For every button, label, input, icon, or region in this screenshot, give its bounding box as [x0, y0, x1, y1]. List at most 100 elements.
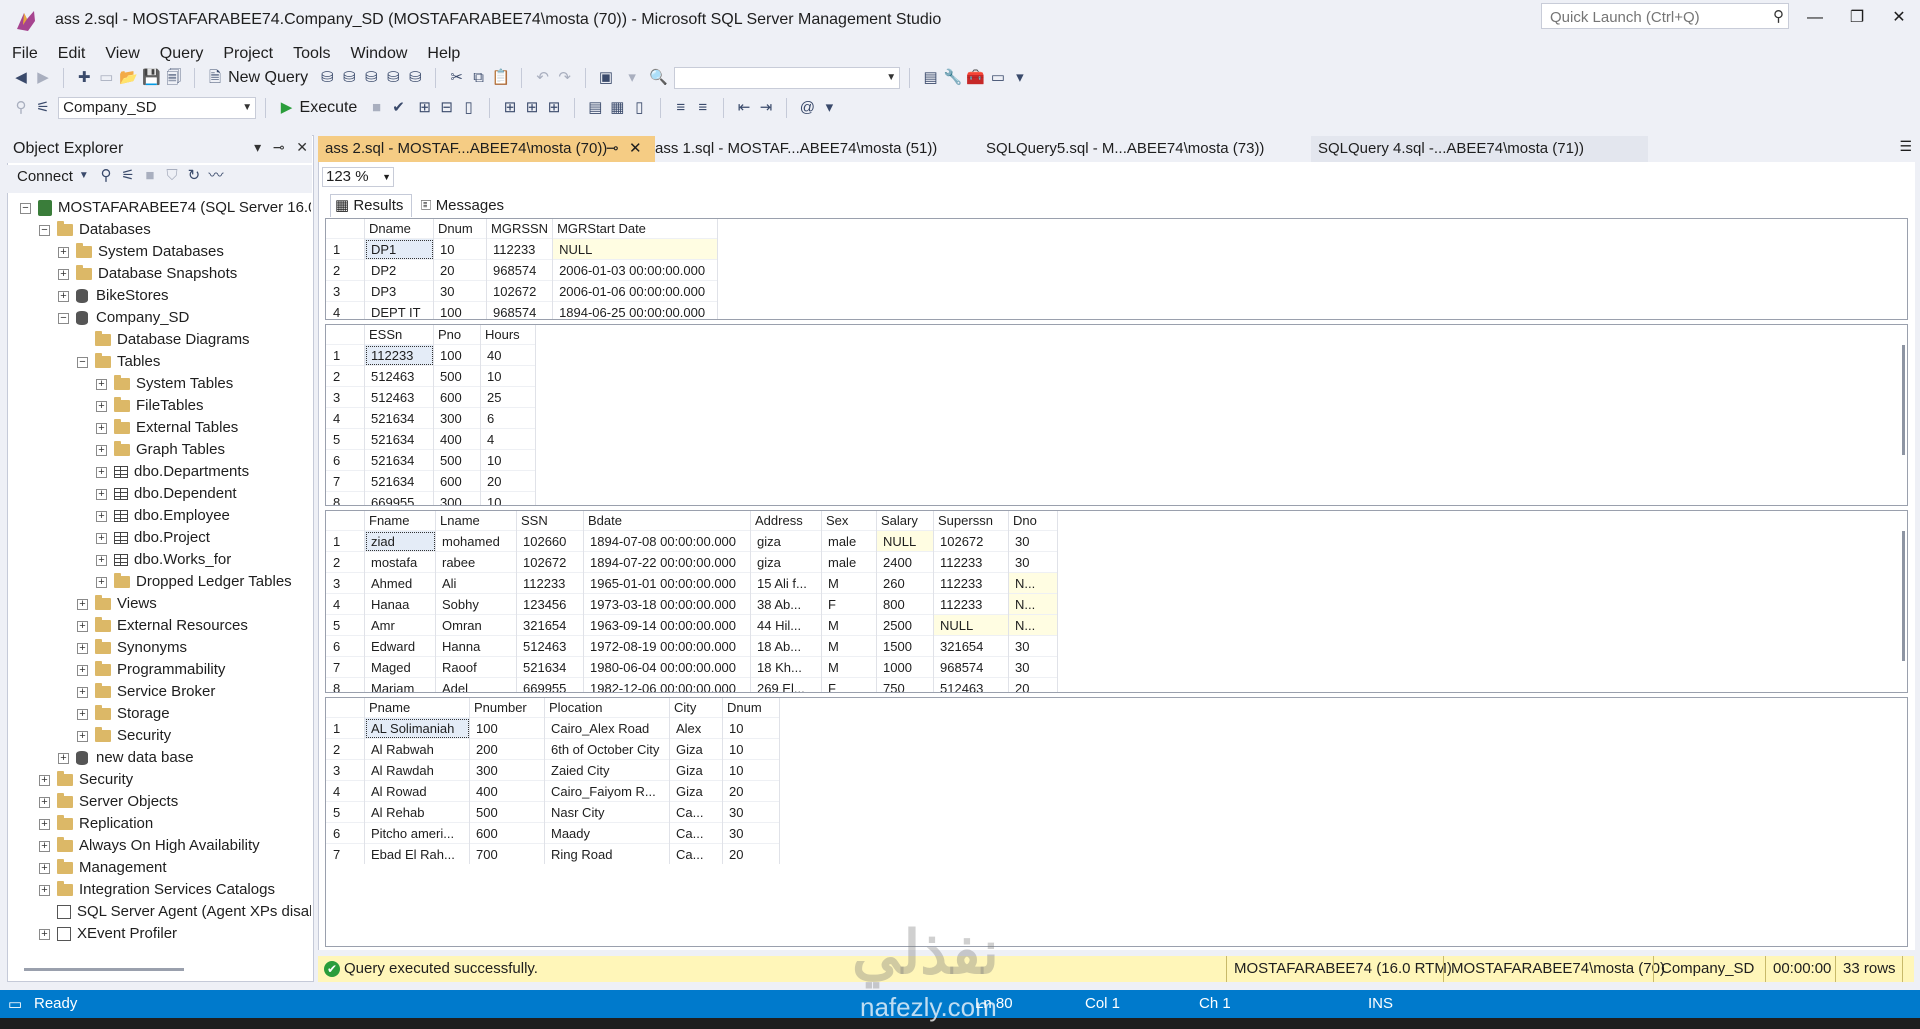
cut-icon[interactable]: ✂ [448, 67, 466, 89]
tree-node[interactable]: + BikeStores [58, 285, 169, 307]
grid-cell[interactable]: M [821, 614, 877, 636]
expand-icon[interactable]: + [96, 466, 107, 478]
search-icon[interactable]: ⚲ [1773, 7, 1784, 25]
table-row[interactable]: 3 Ahmed Ali 112233 1965-01-01 00:00:00.000 15… [326, 572, 1058, 594]
grid-cell[interactable]: 10 [480, 449, 536, 471]
grid-cell[interactable]: N... [1008, 572, 1058, 594]
table-row[interactable]: 2 512463 500 10 [326, 365, 536, 387]
tree-node[interactable]: + dbo.Dependent [96, 483, 237, 505]
specify-values-icon[interactable]: @ [798, 97, 816, 119]
grid-cell[interactable]: 112233 [486, 238, 554, 260]
grid-cell[interactable]: F [821, 677, 877, 692]
expand-icon[interactable]: + [96, 554, 107, 566]
grid-cell[interactable]: Al Rabwah [364, 738, 470, 760]
row-number[interactable]: 6 [326, 449, 365, 471]
connect-button[interactable]: Connect [17, 168, 73, 185]
close-tab-icon[interactable]: ✕ [629, 136, 642, 162]
table-row[interactable]: 8 669955 300 10 [326, 491, 536, 505]
grid-cell[interactable]: Ca... [669, 822, 723, 844]
grid-cell[interactable]: 123456 [516, 593, 584, 615]
row-number[interactable]: 3 [326, 280, 365, 302]
connect-dropdown-icon[interactable]: ▼ [79, 165, 89, 187]
grid-cell[interactable]: 500 [433, 365, 481, 387]
expand-icon[interactable]: + [77, 708, 88, 720]
grid-cell[interactable]: 1894-07-22 00:00:00.000 [583, 551, 751, 573]
grid-cell[interactable]: Cairo_Faiyom R... [544, 780, 670, 802]
table-row[interactable]: 1 112233 100 40 [326, 344, 536, 366]
tree-node[interactable]: + Integration Services Catalogs [39, 879, 275, 901]
tree-node[interactable]: + Server Objects [39, 791, 178, 813]
row-number[interactable]: 6 [326, 822, 365, 844]
connect-icon[interactable]: ⚲ [12, 97, 30, 119]
grid-cell[interactable]: 500 [469, 801, 545, 823]
row-number[interactable]: 6 [326, 635, 365, 657]
grid-cell[interactable]: 30 [1008, 530, 1058, 552]
grid-cell[interactable]: 321654 [516, 614, 584, 636]
menu-file[interactable]: File [0, 42, 46, 66]
results-file-icon[interactable]: ▯ [630, 97, 648, 119]
grid-cell[interactable]: 600 [469, 822, 545, 844]
tree-node[interactable]: SQL Server Agent (Agent XPs disabled) [39, 901, 311, 923]
tab-sqlquery4[interactable]: SQLQuery 4.sql -...ABEE74\mosta (71)) [1311, 136, 1648, 162]
table-row[interactable]: 5 521634 400 4 [326, 428, 536, 450]
table-row[interactable]: 7 Maged Raoof 521634 1980-06-04 00:00:00.000… [326, 656, 1058, 678]
table-row[interactable]: 4 Hanaa Sobhy 123456 1973-03-18 00:00:00.000… [326, 593, 1058, 615]
grid-cell[interactable]: 112233 [364, 344, 434, 366]
expand-icon[interactable]: + [96, 378, 107, 390]
grid-cell[interactable]: 500 [433, 449, 481, 471]
tree-node[interactable]: − Databases [39, 219, 151, 241]
result-grid-4[interactable]: Pname Pnumber Plocation City Dnum 1 AL Soliman… [325, 697, 1908, 947]
column-header[interactable]: Dno [1008, 511, 1058, 531]
close-panel-icon[interactable]: ✕ [296, 139, 308, 155]
row-number[interactable]: 2 [326, 365, 365, 387]
toolbox-icon[interactable]: 🧰 [966, 67, 985, 89]
grid-cell[interactable]: 1965-01-01 00:00:00.000 [583, 572, 751, 594]
redo-icon[interactable]: ↷ [556, 67, 574, 89]
grid-cell[interactable]: 102672 [486, 280, 554, 302]
row-number[interactable]: 1 [326, 530, 365, 552]
expand-icon[interactable]: + [77, 664, 88, 676]
column-header[interactable]: MGRSSN [486, 219, 554, 239]
panel-menu-icon[interactable]: ▾ [254, 139, 261, 155]
row-number[interactable]: 3 [326, 572, 365, 594]
grid-cell[interactable]: 1972-08-19 00:00:00.000 [583, 635, 751, 657]
table-row[interactable]: 1 AL Solimaniah 100 Cairo_Alex Road Alex 10 [326, 717, 780, 739]
grid-cell[interactable]: Hanna [435, 635, 517, 657]
result-grid-1[interactable]: Dname Dnum MGRSSN MGRStart Date 1 DP1 10 112233… [325, 218, 1908, 320]
grid-cell[interactable]: ziad [364, 530, 436, 552]
grid-cell[interactable]: 968574 [933, 656, 1009, 678]
row-number[interactable]: 8 [326, 491, 365, 505]
grid-cell[interactable]: Al Rehab [364, 801, 470, 823]
column-header[interactable]: Lname [435, 511, 517, 531]
grid-cell[interactable]: 44 Hil... [750, 614, 822, 636]
result-grid-2[interactable]: ESSn Pno Hours 1 112233 100 40 2 512463 500 10 3 512… [325, 324, 1908, 506]
tree-node[interactable]: + Synonyms [77, 637, 187, 659]
table-row[interactable]: 3 512463 600 25 [326, 386, 536, 408]
expand-icon[interactable]: + [39, 928, 50, 940]
new-project-icon[interactable]: ✚ [75, 67, 93, 89]
paste-icon[interactable]: 📋 [492, 67, 511, 89]
command-window-icon[interactable]: ▭ [989, 67, 1007, 89]
menu-help[interactable]: Help [415, 42, 468, 66]
menu-edit[interactable]: Edit [46, 42, 94, 66]
column-header[interactable]: Pno [433, 325, 481, 345]
grid-cell[interactable]: 30 [1008, 656, 1058, 678]
grid-cell[interactable]: 18 Ab... [750, 635, 822, 657]
table-row[interactable]: 3 Al Rawdah 300 Zaied City Giza 10 [326, 759, 780, 781]
grid-cell[interactable]: 512463 [364, 365, 434, 387]
grid-cell[interactable]: 669955 [516, 677, 584, 692]
activity-monitor-icon[interactable]: ▣ [597, 67, 615, 89]
grid-cell[interactable]: 112233 [516, 572, 584, 594]
parse-icon[interactable]: ✔ [390, 97, 408, 119]
grid-cell[interactable]: 300 [433, 491, 481, 505]
grid-cell[interactable]: 20 [1008, 677, 1058, 692]
grid-cell[interactable]: 1963-09-14 00:00:00.000 [583, 614, 751, 636]
grid-cell[interactable]: 321654 [933, 635, 1009, 657]
table-row[interactable]: 6 Pitcho ameri... 600 Maady Ca... 30 [326, 822, 780, 844]
tab-ass2-sql[interactable]: ass 2.sql - MOSTAF...ABEE74\mosta (70)) … [318, 136, 655, 162]
grid-cell[interactable]: Ring Road [544, 843, 670, 864]
tree-node[interactable]: − MOSTAFARABEE74 (SQL Server 16.0.1000 [20, 197, 311, 219]
grid-cell[interactable]: Raoof [435, 656, 517, 678]
column-header[interactable]: Hours [480, 325, 536, 345]
grid-cell[interactable]: Adel [435, 677, 517, 692]
